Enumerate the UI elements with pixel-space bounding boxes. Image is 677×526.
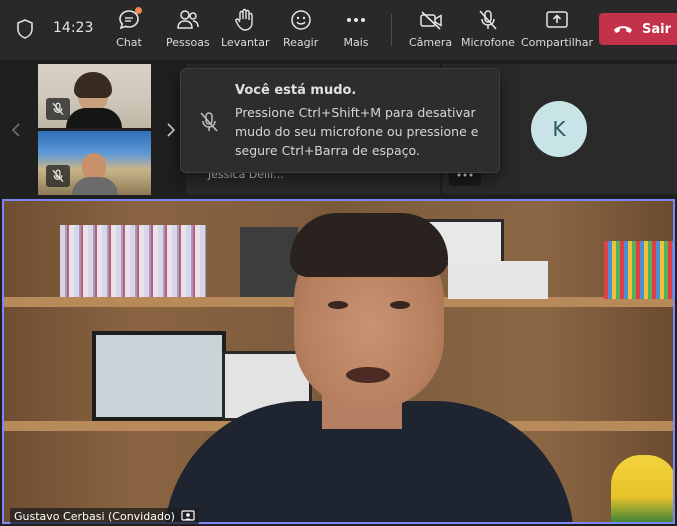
leave-button[interactable]: Sair bbox=[599, 13, 677, 45]
meeting-window: 14:23 Chat Pessoas Levantar Reagir Mais … bbox=[0, 0, 677, 526]
meeting-toolbar: 14:23 Chat Pessoas Levantar Reagir Mais … bbox=[0, 0, 677, 60]
avatar: K bbox=[531, 101, 587, 157]
bookshelf-books bbox=[604, 241, 673, 299]
raise-hand-icon bbox=[232, 8, 258, 32]
mic-off-indicator bbox=[46, 165, 70, 187]
chevron-left-icon bbox=[11, 123, 20, 137]
more-icon bbox=[343, 8, 369, 32]
screen-share-icon bbox=[181, 510, 195, 521]
react-icon bbox=[288, 8, 314, 32]
mic-off-icon bbox=[52, 102, 64, 116]
camera-button[interactable]: Câmera bbox=[409, 8, 452, 54]
model-car-box bbox=[448, 261, 548, 299]
notification-badge bbox=[135, 7, 142, 14]
people-icon bbox=[175, 8, 201, 32]
more-icon bbox=[457, 173, 473, 177]
react-button[interactable]: Reagir bbox=[283, 8, 318, 54]
notification-title: Você está mudo. bbox=[235, 83, 357, 98]
share-button[interactable]: Compartilhar bbox=[521, 8, 593, 54]
participant-tile[interactable] bbox=[38, 64, 151, 128]
chat-icon bbox=[116, 7, 142, 32]
chat-button[interactable]: Chat bbox=[116, 7, 142, 54]
notification-body: Pressione Ctrl+Shift+M para desativar mu… bbox=[235, 105, 479, 158]
meeting-timer: 14:23 bbox=[53, 20, 94, 36]
mic-off-indicator bbox=[46, 98, 70, 120]
shield-icon bbox=[17, 19, 33, 39]
main-video-feed[interactable] bbox=[2, 199, 675, 524]
gallery-prev-button[interactable] bbox=[6, 118, 26, 142]
bookshelf-books bbox=[60, 225, 206, 297]
mute-notification: Você está mudo. Pressione Ctrl+Shift+M p… bbox=[180, 68, 500, 173]
participant-tile[interactable] bbox=[38, 131, 151, 195]
mic-off-icon bbox=[200, 112, 218, 132]
camera-off-icon bbox=[418, 8, 444, 32]
people-button[interactable]: Pessoas bbox=[166, 8, 210, 54]
microphone-button[interactable]: Microfone bbox=[461, 8, 515, 54]
mic-off-icon bbox=[475, 8, 501, 32]
share-icon bbox=[544, 8, 570, 32]
gallery-next-button[interactable] bbox=[161, 118, 181, 142]
raise-hand-button[interactable]: Levantar bbox=[221, 8, 270, 54]
more-button[interactable]: Mais bbox=[343, 8, 369, 54]
chevron-right-icon bbox=[167, 123, 176, 137]
participant-name-label: Gustavo Cerbasi (Convidado) bbox=[10, 508, 199, 524]
picture-frame bbox=[92, 331, 226, 421]
helmet bbox=[611, 455, 673, 522]
participant-name: Gustavo Cerbasi (Convidado) bbox=[14, 509, 175, 523]
phone-hangup-icon bbox=[614, 26, 632, 33]
toolbar-separator bbox=[391, 14, 392, 46]
mic-off-icon bbox=[52, 169, 64, 183]
